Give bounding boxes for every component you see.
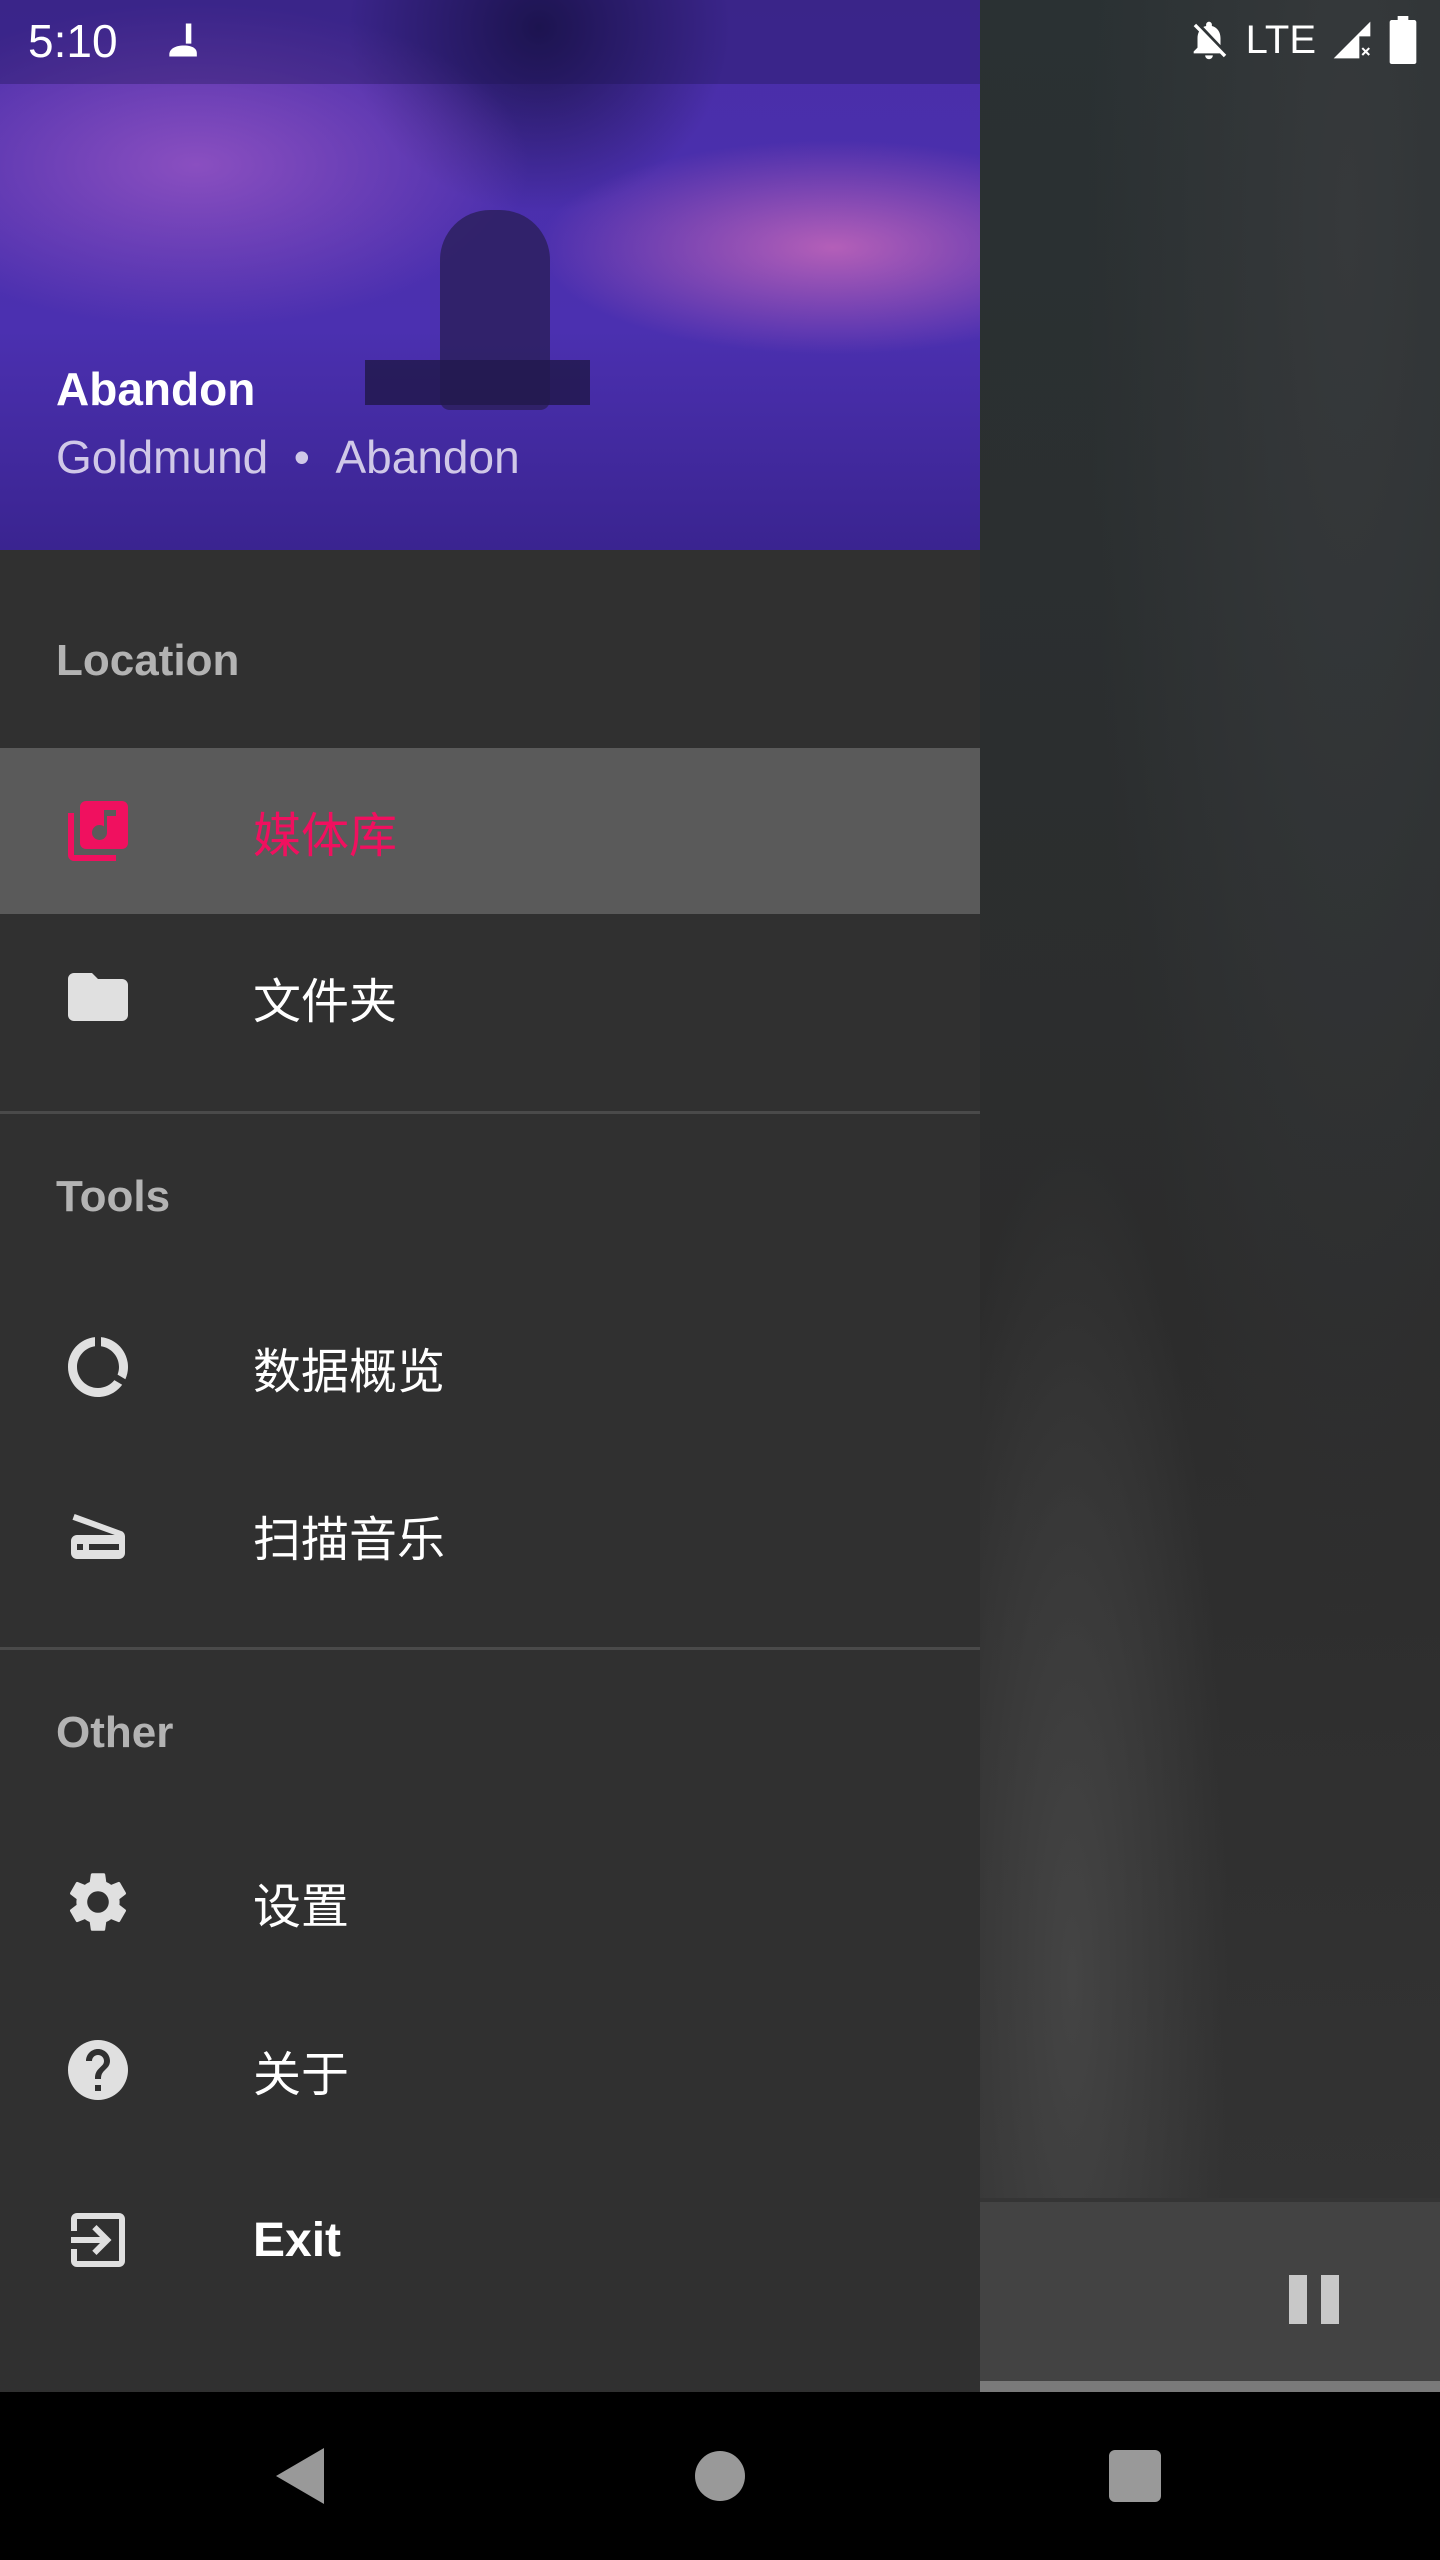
divider [0, 1647, 980, 1650]
drawer-item-statistics[interactable]: 数据概览 [0, 1284, 980, 1450]
section-location: Location [56, 636, 240, 685]
section-other: Other [56, 1708, 174, 1757]
section-tools: Tools [56, 1172, 171, 1221]
playback-progress-bar [980, 2381, 1440, 2392]
system-navigation-bar [0, 2392, 1440, 2560]
drawer-item-scan-music[interactable]: 扫描音乐 [0, 1452, 980, 1618]
drawer-item-about[interactable]: 关于 [0, 1987, 980, 2153]
divider [0, 1111, 980, 1114]
status-bar: 5:10 LTE [0, 0, 1440, 84]
navigation-drawer: Abandon Goldmund • Abandon Location 媒体库 … [0, 0, 980, 2392]
mini-player[interactable] [980, 2198, 1440, 2381]
drawer-item-label: 文件夹 [253, 976, 398, 1029]
folder-icon [68, 973, 128, 1021]
drawer-item-label: 扫描音乐 [253, 1514, 446, 1567]
album-art-keyboard [365, 360, 590, 405]
pause-button[interactable] [1289, 2275, 1339, 2324]
drawer-item-label: 关于 [253, 2049, 350, 2102]
help-icon [68, 2040, 128, 2100]
main-content-background [980, 0, 1440, 2198]
notifications-off-icon [1193, 21, 1226, 60]
drawer-item-exit[interactable]: Exit [0, 2157, 980, 2323]
drawer-item-label: 媒体库 [253, 810, 398, 863]
signal-icon [1333, 21, 1371, 59]
scanner-icon [71, 1514, 125, 1559]
recents-button[interactable] [1108, 2446, 1162, 2506]
song-subtitle: Goldmund • Abandon [56, 430, 520, 484]
song-title: Abandon [56, 363, 256, 415]
drawer-item-label: 设置 [253, 1881, 350, 1934]
clock: 5:10 [28, 15, 118, 67]
separator: • [293, 431, 310, 483]
drawer-item-label: 数据概览 [253, 1346, 446, 1399]
library-music-icon [68, 801, 128, 861]
artist-name: Goldmund [56, 431, 269, 483]
notification-app-icon [169, 23, 197, 57]
donut-chart-icon [68, 1337, 128, 1397]
back-button[interactable] [272, 2446, 328, 2506]
album-name: Abandon [335, 431, 520, 483]
home-button[interactable] [694, 2446, 746, 2506]
battery-icon [1389, 16, 1417, 64]
drawer-item-label: Exit [253, 2213, 342, 2267]
exit-icon [71, 2213, 125, 2267]
gear-icon [69, 1873, 127, 1931]
drawer-item-settings[interactable]: 设置 [0, 1819, 980, 1985]
drawer-item-folder[interactable]: 文件夹 [0, 914, 980, 1080]
drawer-item-library[interactable]: 媒体库 [0, 748, 980, 914]
network-type: LTE [1245, 17, 1316, 62]
